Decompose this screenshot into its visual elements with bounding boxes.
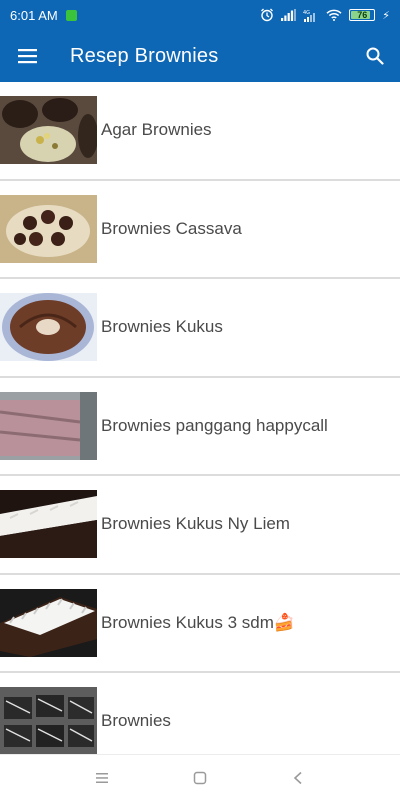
signal-4g-icon: 4G <box>303 9 319 22</box>
list-item[interactable]: Brownies Cassava <box>0 180 400 279</box>
back-icon[interactable] <box>284 764 312 792</box>
system-nav-bar <box>0 754 400 800</box>
recipe-title: Brownies Kukus Ny Liem <box>101 514 290 534</box>
search-icon[interactable] <box>350 30 400 82</box>
svg-text:4G: 4G <box>303 10 310 16</box>
wifi-icon <box>326 9 342 21</box>
recipe-title: Brownies Kukus <box>101 317 223 337</box>
recipe-thumbnail <box>0 391 97 460</box>
list-item[interactable]: Brownies panggang happycall <box>0 377 400 476</box>
charging-icon: ⚡ <box>382 9 390 22</box>
list-item[interactable]: Brownies Kukus Ny Liem <box>0 476 400 575</box>
recipe-title: Brownies Cassava <box>101 218 242 238</box>
recipe-thumbnail <box>0 490 97 559</box>
recipe-thumbnail <box>0 293 97 362</box>
home-icon[interactable] <box>186 764 214 792</box>
recipe-title: Brownies <box>101 711 171 731</box>
status-bar: 6:01 AM 4G 76 ⚡ <box>0 0 400 30</box>
status-icons: 4G 76 ⚡ <box>260 8 390 22</box>
status-time: 6:01 AM <box>10 7 58 23</box>
recents-icon[interactable] <box>88 764 116 792</box>
recipe-title: Brownies Kukus 3 sdm🍰 <box>101 612 296 632</box>
page-title: Resep Brownies <box>70 44 219 67</box>
list-item[interactable]: Agar Brownies <box>0 82 400 181</box>
hamburger-menu-icon[interactable] <box>0 30 56 82</box>
battery-level: 76 <box>357 10 368 20</box>
battery-icon: 76 <box>349 9 376 21</box>
app-bar: Resep Brownies <box>0 30 400 82</box>
recipe-thumbnail <box>0 588 97 657</box>
recipe-title: Agar Brownies <box>101 120 212 140</box>
recipe-thumbnail <box>0 96 97 165</box>
recipe-list: Agar Brownies Brownies Cassava Brownies <box>0 82 400 772</box>
list-item[interactable]: Brownies Kukus <box>0 279 400 378</box>
list-item[interactable]: Brownies Kukus 3 sdm🍰 <box>0 574 400 673</box>
recipe-title: Brownies panggang happycall <box>101 415 328 435</box>
recipe-thumbnail <box>0 687 97 756</box>
signal-icon <box>281 9 297 21</box>
notification-icon <box>65 9 77 21</box>
recipe-thumbnail <box>0 194 97 263</box>
alarm-icon <box>260 8 274 22</box>
